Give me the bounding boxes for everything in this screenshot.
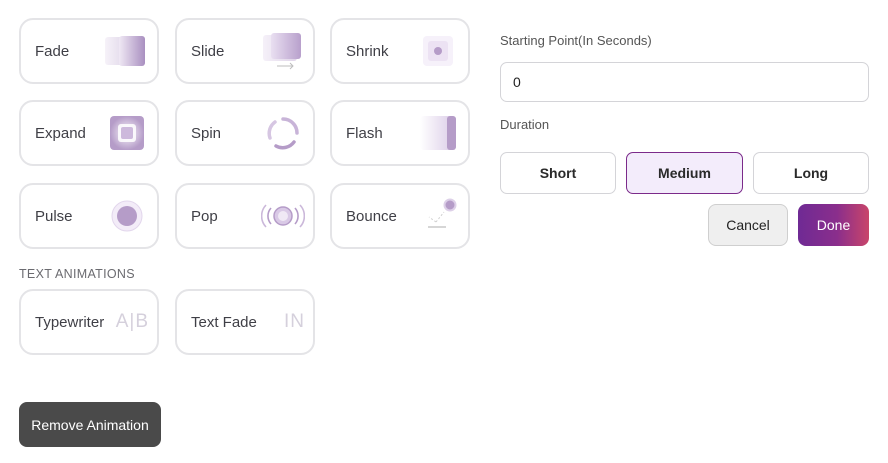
text-fade-icon: IN <box>284 311 305 332</box>
start-point-input[interactable] <box>500 62 869 102</box>
animation-label-typewriter: Typewriter <box>35 313 105 331</box>
bounce-icon <box>416 194 460 238</box>
shrink-icon <box>416 29 460 73</box>
typewriter-icon: A|B <box>115 311 149 332</box>
pulse-icon <box>105 194 149 238</box>
animation-label-text-fade: Text Fade <box>191 313 257 331</box>
animation-label-flash: Flash <box>346 124 383 142</box>
animation-card-pop[interactable]: Pop <box>175 183 315 249</box>
duration-short-button[interactable]: Short <box>500 152 616 194</box>
animation-label-fade: Fade <box>35 42 70 60</box>
animation-label-pulse: Pulse <box>35 207 73 225</box>
cancel-button[interactable]: Cancel <box>708 204 788 246</box>
pop-icon <box>261 194 305 238</box>
done-button[interactable]: Done <box>798 204 869 246</box>
spin-icon <box>261 111 305 155</box>
start-point-label: Starting Point(In Seconds) <box>500 33 652 48</box>
animation-label-slide: Slide <box>191 42 225 60</box>
animation-card-typewriter[interactable]: Typewriter A|B <box>19 289 159 355</box>
animation-label-bounce: Bounce <box>346 207 397 225</box>
slide-icon <box>261 29 305 73</box>
animation-card-text-fade[interactable]: Text Fade IN <box>175 289 315 355</box>
text-animations-heading: TEXT ANIMATIONS <box>19 267 135 281</box>
animation-label-spin: Spin <box>191 124 222 142</box>
animation-card-bounce[interactable]: Bounce <box>330 183 470 249</box>
animation-card-slide[interactable]: Slide <box>175 18 315 84</box>
animation-card-flash[interactable]: Flash <box>330 100 470 166</box>
animation-card-expand[interactable]: Expand <box>19 100 159 166</box>
animation-label-expand: Expand <box>35 124 86 142</box>
remove-animation-button[interactable]: Remove Animation <box>19 402 161 447</box>
animation-label-shrink: Shrink <box>346 42 389 60</box>
animation-card-shrink[interactable]: Shrink <box>330 18 470 84</box>
duration-medium-button[interactable]: Medium <box>626 152 743 194</box>
animation-card-pulse[interactable]: Pulse <box>19 183 159 249</box>
animation-card-fade[interactable]: Fade <box>19 18 159 84</box>
fade-icon <box>105 29 149 73</box>
flash-icon <box>416 111 460 155</box>
animation-label-pop: Pop <box>191 207 218 225</box>
animation-card-spin[interactable]: Spin <box>175 100 315 166</box>
duration-label: Duration <box>500 117 550 132</box>
duration-long-button[interactable]: Long <box>753 152 869 194</box>
expand-icon <box>105 111 149 155</box>
